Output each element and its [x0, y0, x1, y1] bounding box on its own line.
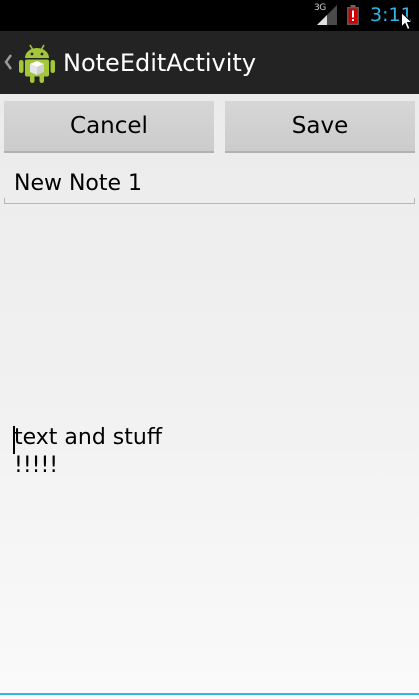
- android-app-icon[interactable]: [18, 42, 56, 84]
- signal-icon: 3G: [313, 3, 339, 27]
- navigate-up-icon[interactable]: [3, 53, 13, 71]
- cancel-button[interactable]: Cancel: [4, 101, 214, 153]
- title-field-edge: [414, 198, 415, 204]
- body-field-underline: [0, 693, 419, 695]
- note-body-field[interactable]: text and stuff !!!!!: [0, 424, 419, 692]
- note-body-line: text and stuff: [14, 425, 162, 450]
- note-title-field[interactable]: New Note 1: [4, 164, 415, 204]
- battery-low-icon: [347, 5, 359, 25]
- action-bar: NoteEditActivity: [0, 31, 419, 94]
- mouse-pointer-icon: [401, 11, 414, 31]
- status-bar: 3G 3:11: [0, 0, 419, 31]
- text-cursor: [13, 426, 15, 454]
- action-bar-title: NoteEditActivity: [63, 49, 257, 77]
- title-field-edge: [4, 198, 5, 204]
- save-button[interactable]: Save: [225, 101, 415, 153]
- note-edit-content: Cancel Save New Note 1 text and stuff !!…: [0, 94, 419, 699]
- note-body-line: !!!!!: [14, 453, 59, 478]
